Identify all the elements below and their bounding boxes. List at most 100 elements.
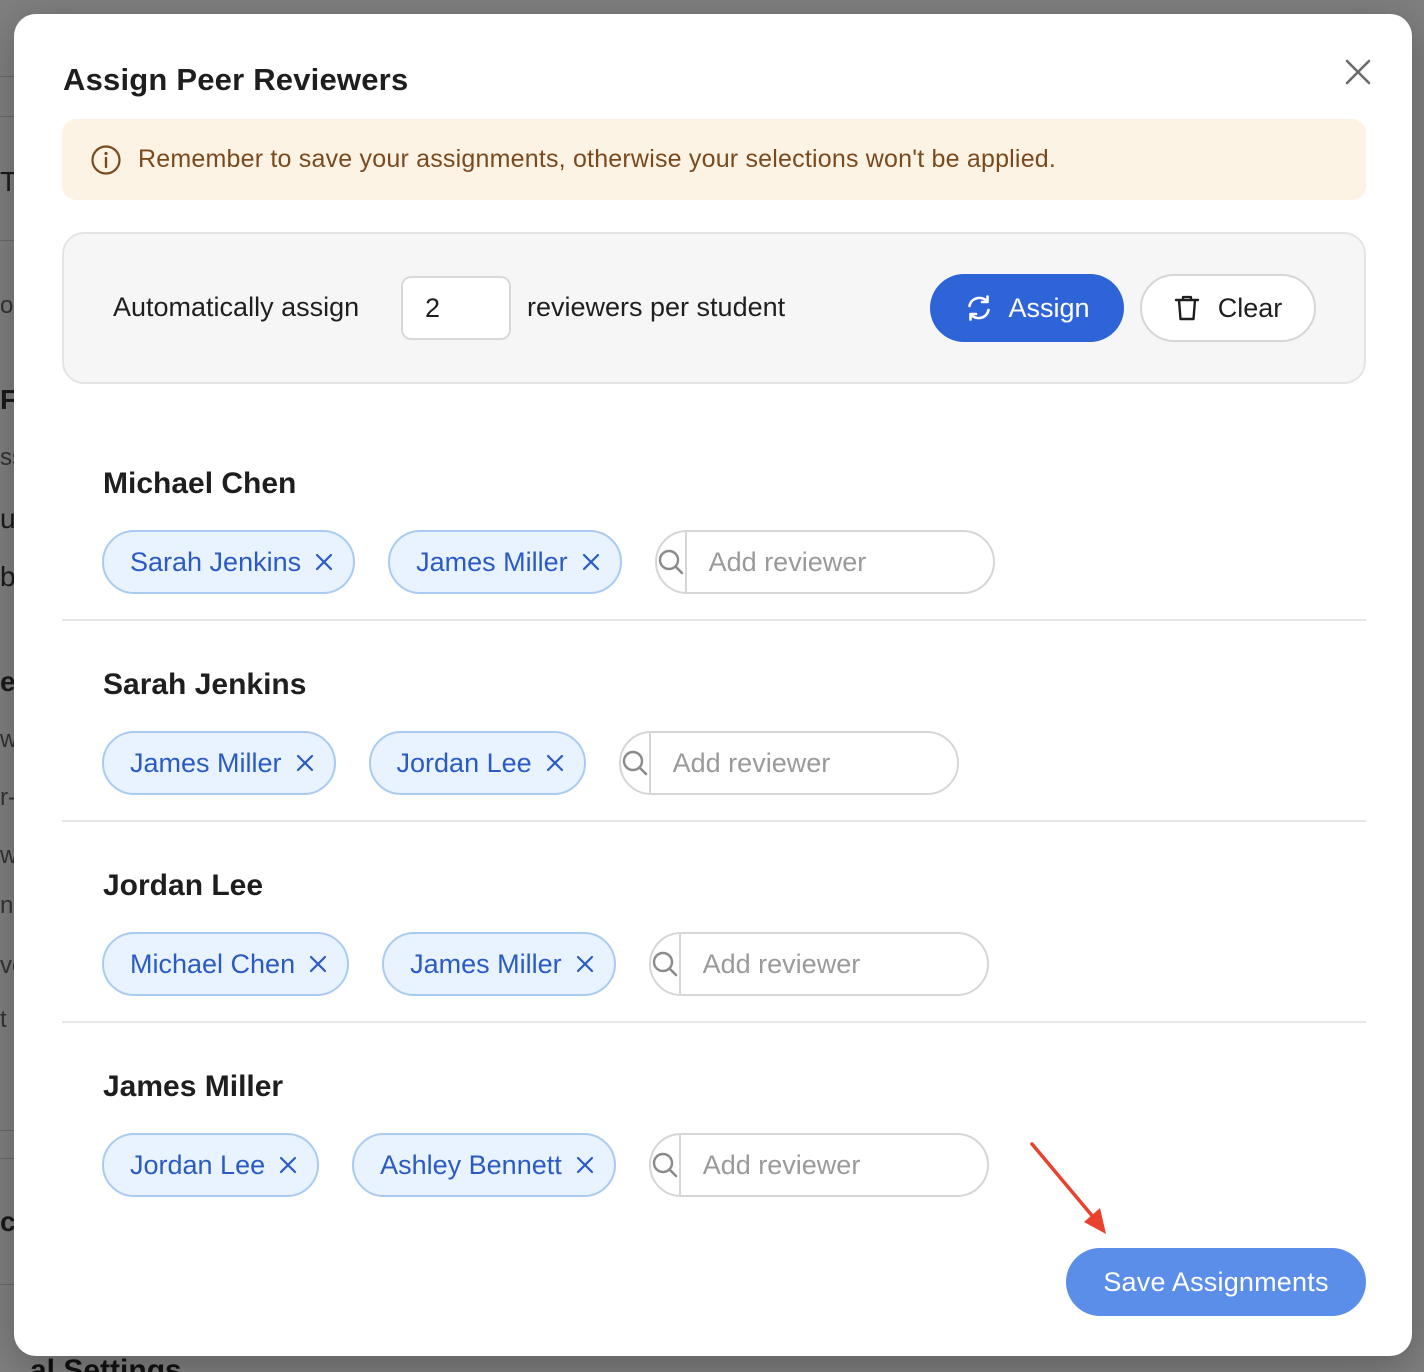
- remove-reviewer-button[interactable]: [315, 553, 333, 571]
- bg-divider: [0, 240, 14, 241]
- reviewer-chip: James Miller: [102, 731, 336, 795]
- bg-text: nt: [0, 892, 14, 919]
- clear-button-label: Clear: [1217, 292, 1283, 323]
- clear-button[interactable]: Clear: [1140, 274, 1316, 342]
- bg-divider: [0, 1284, 14, 1285]
- bg-text: t: [0, 1006, 7, 1033]
- remove-reviewer-button[interactable]: [576, 955, 594, 973]
- reviewer-chips-row: Sarah Jenkins James Miller: [102, 530, 995, 594]
- bg-text: ss: [0, 444, 14, 471]
- remove-reviewer-button[interactable]: [582, 553, 600, 571]
- x-icon: [546, 754, 563, 772]
- add-reviewer-input[interactable]: [680, 934, 987, 994]
- bg-settings-heading: al Settings: [30, 1356, 182, 1372]
- close-button[interactable]: [1338, 52, 1378, 92]
- search-icon: [652, 1152, 678, 1178]
- reviewer-chip: James Miller: [388, 530, 622, 594]
- bg-text: w: [0, 726, 14, 753]
- x-icon: [576, 955, 593, 973]
- reviewer-chip: Jordan Lee: [102, 1133, 320, 1197]
- reviewer-chip-label: Michael Chen: [130, 948, 296, 979]
- student-name: Sarah Jenkins: [103, 668, 307, 701]
- x-icon: [309, 955, 327, 973]
- bg-text: F: [0, 384, 14, 415]
- remove-reviewer-button[interactable]: [309, 955, 327, 973]
- add-reviewer-field: [618, 731, 959, 795]
- bg-divider: [0, 76, 14, 77]
- save-reminder-banner: Remember to save your assignments, other…: [62, 119, 1366, 200]
- search-icon-wrap: [651, 934, 681, 994]
- reviewer-chips-row: Michael Chen James Miller: [102, 932, 989, 996]
- reviewer-chip-label: Sarah Jenkins: [130, 546, 302, 577]
- add-reviewer-input[interactable]: [650, 733, 957, 793]
- student-name: Michael Chen: [103, 467, 297, 500]
- bg-divider: [0, 1158, 14, 1159]
- reviewers-count-input[interactable]: [401, 276, 511, 340]
- reviewer-chip: Ashley Bennett: [352, 1133, 616, 1197]
- search-icon: [622, 750, 647, 776]
- search-icon-wrap: [621, 733, 651, 793]
- bg-text: or: [0, 292, 14, 319]
- search-icon-wrap: [657, 532, 687, 592]
- bg-text: r-: [0, 784, 14, 811]
- add-reviewer-field: [648, 1133, 989, 1197]
- remove-reviewer-button[interactable]: [296, 754, 314, 772]
- reviewer-chip: James Miller: [382, 932, 616, 996]
- bg-text: ve: [0, 952, 14, 979]
- banner-text: Remember to save your assignments, other…: [138, 145, 1057, 173]
- add-reviewer-field: [648, 932, 989, 996]
- x-icon: [296, 754, 313, 772]
- bg-divider: [0, 116, 14, 117]
- bg-divider: [0, 1130, 14, 1131]
- remove-reviewer-button[interactable]: [576, 1156, 594, 1174]
- student-name: James Miller: [103, 1070, 284, 1103]
- reviewer-chips-row: James Miller Jordan Lee: [102, 731, 959, 795]
- student-section: Jordan Lee Michael Chen James Miller: [62, 822, 1366, 1023]
- student-section: Michael Chen Sarah Jenkins James Miller: [62, 420, 1366, 621]
- refresh-icon: [968, 295, 991, 321]
- reviewer-chip-label: James Miller: [416, 546, 568, 577]
- bg-text: b: [0, 561, 14, 592]
- x-icon: [576, 1156, 593, 1174]
- reviewer-chips-row: Jordan Lee Ashley Bennett: [102, 1133, 989, 1197]
- student-section: Sarah Jenkins James Miller Jordan Lee: [62, 621, 1366, 822]
- assign-reviewers-modal: Assign Peer Reviewers Remember to save y…: [14, 14, 1412, 1356]
- student-name: Jordan Lee: [103, 869, 264, 902]
- remove-reviewer-button[interactable]: [279, 1156, 297, 1174]
- x-icon: [316, 553, 333, 571]
- bg-text: wi: [0, 842, 14, 869]
- search-icon: [658, 549, 683, 575]
- student-section: James Miller Jordan Lee Ashley Bennett: [62, 1023, 1366, 1224]
- reviewer-chip-label: James Miller: [410, 948, 562, 979]
- assign-button[interactable]: Assign: [930, 274, 1124, 342]
- save-assignments-button[interactable]: Save Assignments: [1066, 1248, 1366, 1316]
- reviewer-chip-label: James Miller: [130, 747, 282, 778]
- search-icon: [652, 951, 677, 977]
- bg-text: ul: [0, 503, 14, 534]
- modal-title: Assign Peer Reviewers: [63, 62, 409, 97]
- reviewer-chip-label: Ashley Bennett: [380, 1149, 562, 1180]
- bg-text: ck: [0, 1206, 14, 1237]
- add-reviewer-field: [654, 530, 995, 594]
- annotation-arrow-icon: [1030, 1142, 1106, 1234]
- reviewer-chip: Sarah Jenkins: [102, 530, 356, 594]
- info-icon: [91, 144, 121, 175]
- reviewers-per-student-label: reviewers per student: [527, 292, 786, 322]
- remove-reviewer-button[interactable]: [546, 754, 564, 772]
- search-icon-wrap: [651, 1135, 681, 1195]
- bg-text: ev: [0, 666, 14, 697]
- auto-assign-panel: Automatically assign reviewers per stude…: [62, 232, 1366, 384]
- auto-assign-label: Automatically assign: [113, 292, 360, 322]
- trash-icon: [1174, 295, 1199, 321]
- add-reviewer-input[interactable]: [680, 1135, 987, 1195]
- x-icon: [582, 553, 599, 571]
- add-reviewer-input[interactable]: [686, 532, 993, 592]
- close-icon: [1345, 59, 1371, 85]
- assign-button-label: Assign: [1008, 292, 1090, 323]
- reviewer-chip: Jordan Lee: [368, 731, 586, 795]
- reviewer-chip-label: Jordan Lee: [396, 747, 532, 778]
- reviewer-chip: Michael Chen: [102, 932, 350, 996]
- reviewer-chip-label: Jordan Lee: [130, 1149, 266, 1180]
- x-icon: [280, 1156, 297, 1174]
- bg-text: Ty: [0, 166, 14, 197]
